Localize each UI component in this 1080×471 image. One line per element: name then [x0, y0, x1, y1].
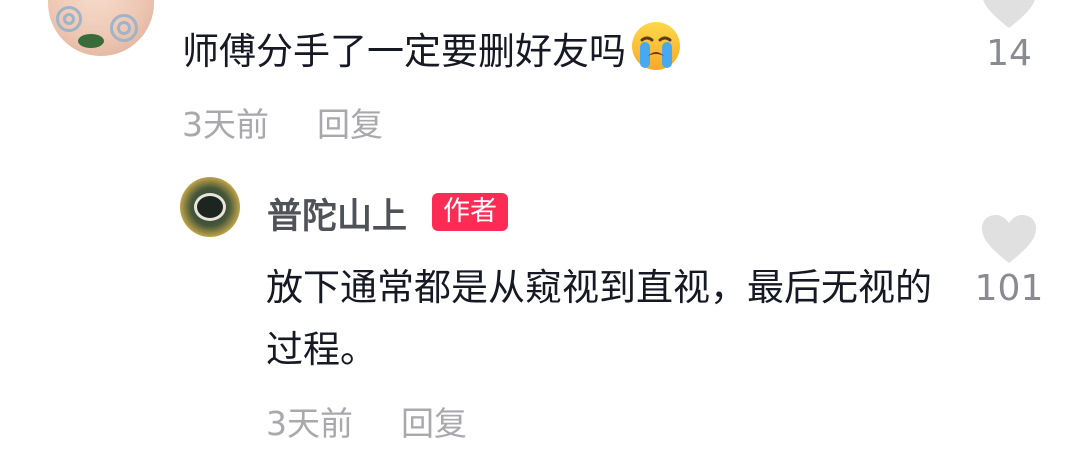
heart-icon [983, 0, 1035, 28]
author-badge: 作者 [432, 193, 508, 231]
reply-like-button[interactable]: 101 [974, 213, 1044, 309]
comment-meta: 3天前 回复 [182, 98, 383, 146]
reply-text: 放下通常都是从窥视到直视，最后无视的过程。 [266, 266, 932, 371]
like-count: 101 [974, 268, 1044, 309]
reply-button[interactable]: 回复 [401, 404, 467, 443]
reply-avatar[interactable] [180, 177, 240, 237]
comment-text: 师傅分手了一定要删好友吗 [182, 20, 682, 77]
comment-time: 3天前 [182, 105, 269, 144]
reply-username[interactable]: 普陀山上 [267, 188, 407, 239]
like-count: 14 [986, 33, 1032, 74]
reply-time: 3天前 [266, 404, 353, 443]
like-button[interactable]: 14 [974, 0, 1044, 74]
crying-face-icon [630, 20, 682, 72]
avatar[interactable] [48, 0, 154, 56]
reply-button[interactable]: 回复 [317, 105, 383, 144]
heart-icon [982, 215, 1036, 263]
reply-meta: 3天前 回复 [266, 397, 467, 445]
comment-thread: 师傅分手了一定要删好友吗 3天前 回复 14 普陀山上 作者 放下通常都是从窥视… [0, 0, 1080, 471]
